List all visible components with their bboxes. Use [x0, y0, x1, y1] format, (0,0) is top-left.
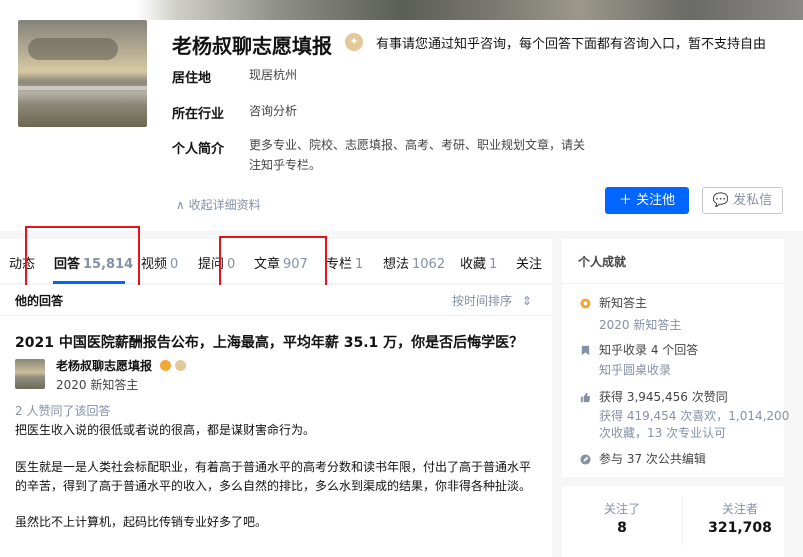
divider	[682, 496, 683, 546]
location-label: 居住地	[172, 71, 212, 86]
chevron-up-icon: ∧	[176, 198, 185, 212]
cover-banner	[0, 0, 803, 20]
tab-following[interactable]: 关注	[516, 253, 542, 272]
achievement-subline: 次收藏，13 次专业认可	[599, 426, 727, 440]
achievement-subline[interactable]: 知乎圆桌收录	[599, 361, 671, 379]
tab-collections[interactable]: 收藏 1	[460, 253, 497, 272]
divider	[0, 315, 552, 316]
follow-button[interactable]: ＋ 关注他	[605, 187, 689, 214]
author-subtitle: 2020 新知答主	[56, 378, 139, 392]
answers-header: 他的回答	[15, 294, 64, 308]
new-answerer-badge-icon	[160, 360, 171, 371]
achievements-card: 个人成就 新知答主 2020 新知答主 知乎收录 4 个回答 知乎圆桌收录 获得…	[562, 239, 789, 477]
collapse-label: 收起详细资料	[188, 198, 261, 212]
followers-count[interactable]: 321,708	[690, 520, 790, 536]
achievement-line: 参与 37 次公共编辑	[599, 452, 706, 466]
achievement-subline: 获得 419,454 次喜欢，1,014,200	[599, 409, 790, 423]
answers-panel: 他的回答 按时间排序 ⇕ 2021 中国医院薪酬报告公布，上海最高，平均年薪 3…	[0, 285, 552, 557]
answer-paragraph: 把医生收入说的很低或者说的很高，都是谋财害命行为。	[15, 423, 316, 437]
follow-label: 关注他	[636, 193, 676, 208]
highlight-answers-tab	[25, 226, 140, 294]
likes-count: 2 人赞同了该回答	[15, 404, 111, 418]
followers-label[interactable]: 关注者	[690, 500, 790, 517]
verified-badge-icon[interactable]: ✦	[345, 33, 363, 51]
thumbs-up-icon	[580, 392, 591, 403]
industry-label: 所在行业	[172, 107, 225, 122]
intro-label: 个人简介	[172, 142, 225, 157]
profile-page: 老杨叔聊志愿填报 ✦ 有事请您通过知乎咨询，每个回答下面都有咨询入口，暂不支持自…	[0, 0, 803, 557]
collapse-details-link[interactable]: ∧ 收起详细资料	[176, 196, 261, 213]
chat-bubble-icon: 💬	[712, 193, 730, 208]
following-count[interactable]: 8	[572, 520, 672, 536]
industry-value: 咨询分析	[249, 104, 298, 118]
divider	[562, 283, 784, 284]
edit-icon	[580, 454, 591, 465]
avatar-cloud	[28, 38, 118, 60]
message-button[interactable]: 💬 发私信	[702, 187, 783, 214]
tab-videos[interactable]: 视频 0	[141, 253, 178, 272]
sort-toggle-icon: ⇕	[521, 294, 532, 308]
profile-card: 老杨叔聊志愿填报 ✦ 有事请您通过知乎咨询，每个回答下面都有咨询入口，暂不支持自…	[0, 20, 803, 231]
author-avatar[interactable]	[15, 359, 45, 389]
badge-icon	[580, 298, 591, 309]
location-value: 现居杭州	[249, 68, 298, 82]
message-label: 发私信	[733, 193, 773, 208]
question-title[interactable]: 2021 中国医院薪酬报告公布，上海最高，平均年薪 35.1 万，你是否后悔学医…	[15, 332, 523, 352]
tab-thoughts[interactable]: 想法 1062	[383, 253, 445, 272]
plus-icon: ＋	[618, 193, 632, 208]
sort-dropdown[interactable]: 按时间排序 ⇕	[452, 292, 532, 309]
achievements-title: 个人成就	[578, 255, 627, 269]
highlight-articles-tab	[219, 236, 327, 287]
verified-badge-icon	[175, 360, 186, 371]
achievement-line: 新知答主	[599, 296, 648, 310]
avatar[interactable]	[18, 20, 147, 127]
author-name[interactable]: 老杨叔聊志愿填报	[56, 357, 152, 374]
follow-stats-card: 关注了 8 关注者 321,708	[562, 486, 784, 557]
sort-label: 按时间排序	[452, 294, 513, 308]
answer-paragraph: 医生就是一是人类社会标配职业，有着高于普通水平的高考分数和读书年限，付出了高于普…	[15, 460, 532, 493]
achievement-subline[interactable]: 2020 新知答主	[599, 316, 681, 334]
avatar-horizon	[18, 86, 147, 90]
answer-paragraph: 虽然比不上计算机，起码比传销专业好多了吧。	[15, 515, 268, 529]
following-label[interactable]: 关注了	[572, 500, 672, 517]
tab-columns[interactable]: 专栏 1	[326, 253, 363, 272]
achievement-line: 获得 3,945,456 次赞同	[599, 390, 728, 404]
intro-value: 更多专业、院校、志愿填报、高考、考研、职业规划文章，请关注知乎专栏。	[249, 138, 586, 172]
profile-headline: 有事请您通过知乎咨询，每个回答下面都有咨询入口，暂不支持自由	[376, 37, 767, 52]
achievement-line: 知乎收录 4 个回答	[599, 343, 699, 357]
profile-name: 老杨叔聊志愿填报	[172, 34, 332, 58]
bookmark-icon	[581, 345, 590, 356]
